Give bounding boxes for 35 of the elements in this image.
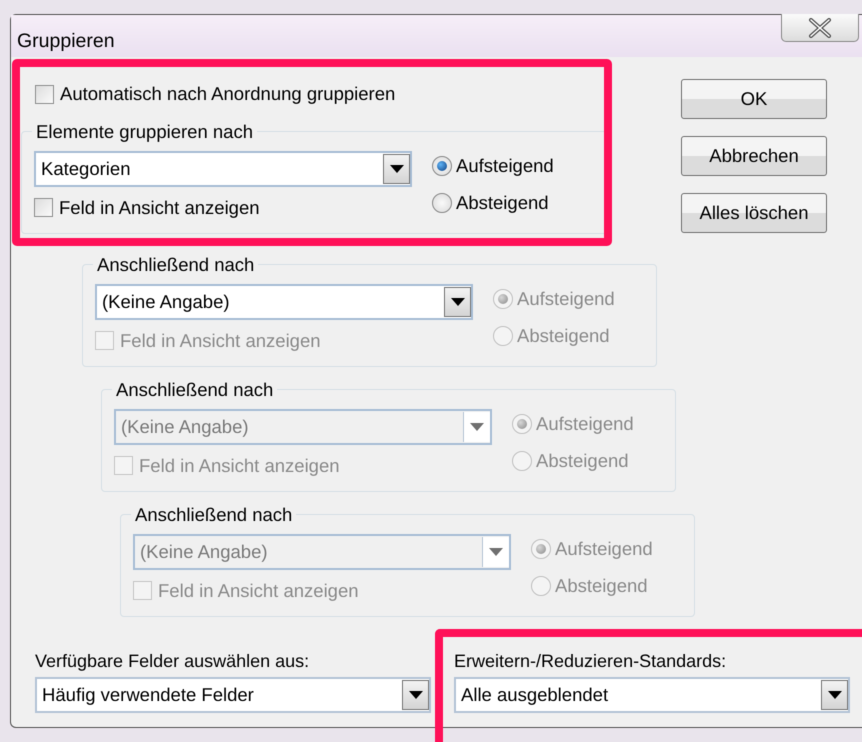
group-legend: Anschließend nach	[131, 504, 296, 526]
fields-dropdown[interactable]: Alle ausgeblendet	[454, 676, 850, 712]
radio-label: Absteigend	[536, 450, 629, 472]
close-button[interactable]	[781, 14, 859, 42]
dialog-button[interactable]: OK	[681, 79, 827, 119]
group-dropdown[interactable]: (Keine Angabe)	[95, 284, 473, 320]
fields-dropdown[interactable]: Häufig verwendete Felder	[35, 676, 431, 712]
group-legend: Anschließend nach	[93, 254, 258, 276]
window-title: Gruppieren	[17, 30, 115, 52]
checkbox-label: Feld in Ansicht anzeigen	[158, 580, 359, 602]
order-radio[interactable]: Absteigend	[432, 192, 554, 214]
checkbox-label: Feld in Ansicht anzeigen	[139, 454, 340, 476]
checkbox-label: Feld in Ansicht anzeigen	[59, 196, 260, 218]
radio-label: Aufsteigend	[517, 288, 615, 310]
checkbox[interactable]	[35, 84, 54, 104]
field-label: Erweitern-/Reduzieren-Standards:	[454, 650, 728, 672]
order-radio[interactable]: Aufsteigend	[432, 154, 554, 176]
group-legend: Anschließend nach	[112, 378, 278, 400]
dialog-button[interactable]: Abbrechen	[681, 136, 827, 176]
radio-label: Aufsteigend	[536, 412, 634, 434]
checkbox-label: Feld in Ansicht anzeigen	[120, 330, 321, 352]
radio-label: Absteigend	[456, 192, 549, 214]
radio-label: Aufsteigend	[456, 154, 554, 176]
radio-label: Absteigend	[517, 324, 610, 346]
radio-button[interactable]	[432, 192, 452, 212]
close-icon	[807, 18, 833, 38]
field-label: Verfügbare Felder auswählen aus:	[35, 650, 310, 672]
radio-label: Aufsteigend	[555, 538, 653, 560]
group-legend: Elemente gruppieren nach	[32, 120, 258, 142]
radio-button[interactable]	[432, 156, 452, 176]
checkbox[interactable]	[34, 198, 53, 217]
group-dropdown[interactable]: Kategorien	[34, 150, 412, 186]
dialog-button[interactable]: Alles löschen	[681, 193, 827, 233]
show-field-checkbox[interactable]: Feld in Ansicht anzeigen	[34, 196, 412, 218]
radio-label: Absteigend	[555, 574, 648, 596]
